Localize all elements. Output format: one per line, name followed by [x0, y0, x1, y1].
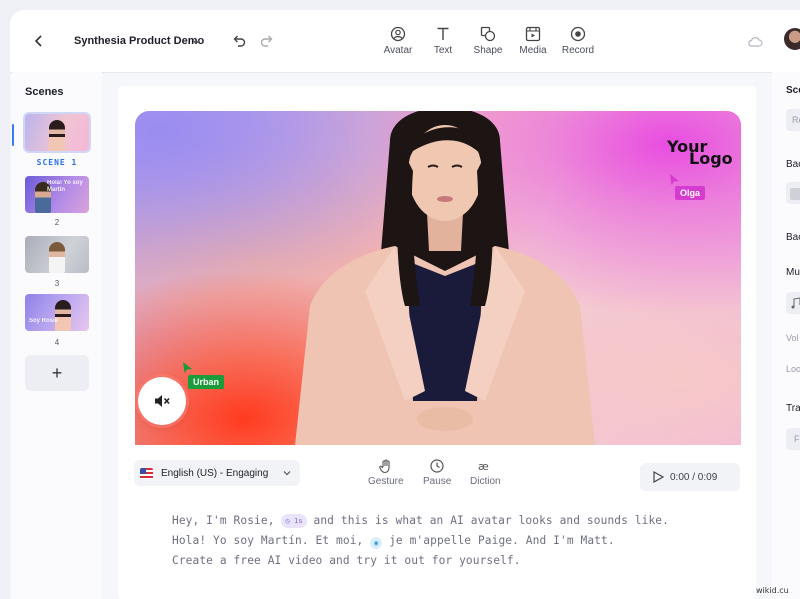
transition-field-value: F — [794, 434, 800, 444]
scene-thumbnail-3[interactable] — [25, 236, 89, 273]
scene-label-3: 3 — [54, 279, 60, 288]
scene-avatar — [55, 300, 71, 331]
svg-text:æ: æ — [478, 460, 489, 473]
avatar-icon — [390, 26, 406, 42]
script-line-2: Hola! Yo soy Martín. Et moi, ◉ je m'appe… — [172, 531, 732, 551]
tool-record[interactable]: Record — [556, 25, 600, 56]
clock-icon — [430, 459, 444, 473]
video-preview[interactable] — [135, 111, 741, 445]
speaker-muted-icon — [155, 395, 170, 407]
pause-label: Pause — [423, 476, 452, 487]
music-note-icon — [791, 297, 800, 309]
script-text: Hey, I'm Rosie, — [172, 514, 275, 527]
scene-label-2: 2 — [54, 218, 60, 227]
language-voice-select[interactable]: English (US) - Engaging — [134, 460, 300, 486]
undo-icon[interactable] — [231, 32, 247, 48]
script-text: je m'appelle Paige. And I'm Matt. — [389, 534, 615, 547]
script-text: Hola! Yo soy Martín. Et moi, — [172, 534, 364, 547]
chevron-left-icon — [34, 35, 42, 47]
scene-thumbnail-1[interactable] — [25, 114, 89, 151]
plus-icon: + — [51, 362, 63, 383]
properties-panel: Sce Re Bac Bac Mu Vol Loo Tra F — [772, 72, 800, 599]
cursor-olga-icon — [670, 174, 679, 185]
tool-shape-label: Shape — [473, 45, 503, 56]
watermark: wikid.cu — [756, 586, 789, 595]
pause-marker-chip[interactable]: ◷ 1s — [281, 514, 307, 528]
scenes-title: Scenes — [25, 86, 64, 98]
media-icon — [525, 26, 541, 42]
script-line-3: Create a free AI video and try it out fo… — [172, 551, 732, 571]
back-button[interactable] — [30, 32, 48, 50]
playback-control[interactable]: 0:00 / 0:09 — [640, 463, 740, 491]
panel-label-transition: Tra — [786, 403, 800, 414]
add-scene-button[interactable]: + — [25, 355, 89, 391]
diction-button[interactable]: æ Diction — [470, 458, 501, 487]
presenter-avatar — [295, 111, 595, 445]
language-select-value: English (US) - Engaging — [161, 467, 269, 479]
record-icon — [570, 26, 586, 42]
scene-label-4: 4 — [54, 338, 60, 347]
play-icon[interactable] — [652, 471, 664, 483]
panel-label-loop: Loo — [786, 364, 800, 374]
brand-logo-placeholder[interactable]: Your Logo — [667, 139, 733, 168]
text-icon — [437, 27, 449, 40]
gesture-label: Gesture — [368, 476, 404, 487]
tool-text-label: Text — [433, 45, 453, 56]
script-text: Create a free AI video and try it out fo… — [172, 554, 521, 567]
tool-media-label: Media — [519, 45, 547, 56]
tool-avatar[interactable]: Avatar — [376, 25, 420, 56]
mute-button[interactable] — [138, 377, 186, 425]
redo-icon[interactable] — [259, 32, 275, 48]
user-avatar[interactable] — [784, 28, 800, 50]
pause-button[interactable]: Pause — [423, 458, 451, 487]
hand-icon — [379, 459, 390, 474]
scene-overlay-text: Soy Rosie — [29, 318, 59, 324]
diction-label: Diction — [470, 476, 501, 487]
playback-time: 0:00 / 0:09 — [670, 471, 718, 483]
panel-field-value: Re — [792, 115, 800, 125]
gesture-button[interactable]: Gesture — [368, 458, 404, 487]
tool-avatar-label: Avatar — [383, 45, 413, 56]
pause-duration: 1s — [294, 517, 303, 525]
tool-record-label: Record — [561, 45, 595, 56]
tool-media[interactable]: Media — [511, 25, 555, 56]
scene-thumbnail-2[interactable]: Hola! Yo soy Martín — [25, 176, 89, 213]
music-field[interactable] — [786, 292, 800, 314]
cursor-urban-icon — [183, 362, 192, 373]
diction-icon: æ — [478, 460, 489, 473]
scene-selector-indicator — [12, 124, 14, 146]
scene-thumbnail-4[interactable]: Soy Rosie — [25, 294, 89, 331]
transition-field[interactable]: F — [786, 428, 800, 450]
chevron-down-icon[interactable] — [190, 36, 202, 48]
scene-avatar — [49, 242, 65, 273]
panel-label-background-2: Bac — [786, 232, 800, 243]
collaborator-tag-urban: Urban — [188, 375, 225, 389]
script-editor[interactable]: Hey, I'm Rosie, ◷ 1s and this is what an… — [172, 511, 732, 571]
tool-text[interactable]: Text — [421, 25, 465, 56]
project-title[interactable]: Synthesia Product Demo — [74, 35, 204, 47]
scene-overlay-text: Hola! Yo soy Martín — [47, 180, 83, 193]
panel-heading: Sce — [786, 85, 800, 96]
tool-shape[interactable]: Shape — [466, 25, 510, 56]
panel-label-music: Mu — [786, 267, 800, 278]
diction-marker-chip[interactable]: ◉ — [370, 537, 383, 549]
panel-label-background: Bac — [786, 159, 800, 170]
panel-field[interactable]: Re — [786, 109, 800, 131]
shape-icon — [480, 26, 496, 42]
color-swatch[interactable] — [790, 188, 800, 200]
scenes-panel: Scenes SCENE 1 Hola! Yo soy Martín 2 3 S… — [12, 72, 102, 599]
scene-label-1: SCENE 1 — [36, 158, 78, 167]
scene-avatar — [49, 120, 65, 151]
chevron-down-icon — [283, 471, 291, 476]
cloud-icon[interactable] — [747, 34, 763, 48]
us-flag-icon — [140, 467, 153, 479]
collaborator-tag-olga: Olga — [675, 186, 706, 200]
script-text: and this is what an AI avatar looks and … — [313, 514, 669, 527]
script-line-1: Hey, I'm Rosie, ◷ 1s and this is what an… — [172, 511, 732, 531]
panel-label-volume: Vol — [786, 333, 799, 343]
logo-line-2: Logo — [689, 149, 733, 168]
